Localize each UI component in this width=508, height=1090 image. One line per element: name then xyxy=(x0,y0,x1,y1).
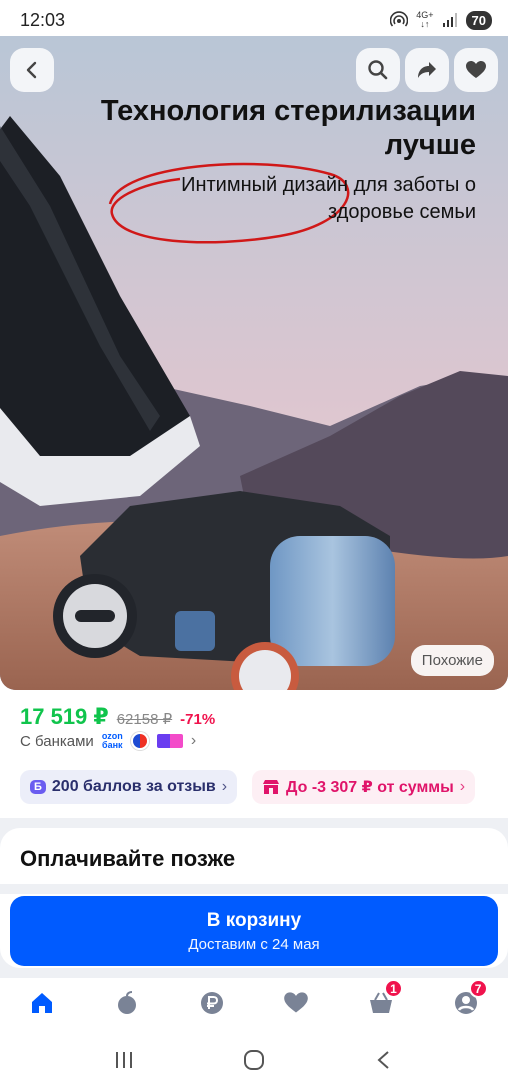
cart-button-title: В корзину xyxy=(206,909,302,931)
product-image[interactable]: Технология стерилизации лучше Интимный д… xyxy=(0,36,508,690)
search-button[interactable] xyxy=(356,48,400,92)
sale-label: До -3 307 ₽ от суммы xyxy=(286,779,454,796)
profile-notification-badge: 7 xyxy=(468,979,488,998)
divider xyxy=(0,884,508,894)
chevron-right-icon: › xyxy=(190,732,197,749)
nav-home[interactable] xyxy=(18,981,66,1025)
nav-finance[interactable] xyxy=(188,981,236,1025)
chevron-right-icon: › xyxy=(221,778,228,795)
search-icon xyxy=(368,60,388,80)
bank-logo-icon xyxy=(130,732,149,750)
with-banks-label: С банками xyxy=(20,732,94,750)
pay-later-title: Оплачивайте позже xyxy=(20,846,236,871)
price-current: 17 519 ₽ xyxy=(20,704,109,729)
recent-apps-icon[interactable] xyxy=(113,1049,135,1071)
review-points-chip[interactable]: Б 200 баллов за отзыв › xyxy=(20,770,238,804)
price-old: 62158 ₽ xyxy=(116,711,173,728)
hotspot-icon xyxy=(390,11,409,27)
nav-favorites[interactable] xyxy=(272,981,320,1025)
nav-cart[interactable]: 1 xyxy=(357,979,405,1025)
bottom-nav: 1 7 xyxy=(0,978,508,1028)
network-type: 4G+ ↓↑ xyxy=(416,10,434,29)
hero-subtitle: Интимный дизайн для заботы о здоровье се… xyxy=(181,174,476,223)
status-bar: 12:03 4G+ ↓↑ 70 xyxy=(0,0,508,40)
status-time: 12:03 xyxy=(20,9,66,30)
back-button[interactable] xyxy=(10,48,54,92)
share-icon xyxy=(418,62,436,78)
price-row: 17 519 ₽ 62158 ₽ -71% xyxy=(20,704,215,730)
fresh-icon xyxy=(117,991,136,1014)
back-arrow-icon[interactable] xyxy=(373,1049,395,1071)
points-label: 200 баллов за отзыв xyxy=(51,778,216,795)
similar-button[interactable]: Похожие xyxy=(410,645,494,676)
status-icons: 4G+ ↓↑ 70 xyxy=(390,10,492,30)
signal-icon xyxy=(442,13,457,27)
bank-offers[interactable]: С банками ozon банк › xyxy=(20,732,196,750)
battery-icon: 70 xyxy=(465,10,492,30)
card-logo-icon xyxy=(156,734,183,748)
cart-count-badge: 1 xyxy=(383,979,403,998)
home-icon xyxy=(32,993,53,1013)
system-nav xyxy=(0,1030,508,1090)
favorites-icon xyxy=(284,992,309,1013)
shop-icon xyxy=(263,780,279,794)
delivery-date: Доставим с 24 мая xyxy=(188,935,320,953)
hero-title: Технология стерилизации лучше xyxy=(100,95,476,161)
nav-profile[interactable]: 7 xyxy=(442,979,490,1025)
ruble-icon xyxy=(200,992,223,1014)
share-button[interactable] xyxy=(405,48,449,92)
points-icon: Б xyxy=(30,780,46,794)
heart-icon xyxy=(466,61,486,78)
ozon-bank-logo: ozon банк xyxy=(101,731,123,750)
nav-fresh[interactable] xyxy=(103,981,151,1025)
back-icon xyxy=(26,61,37,79)
price-discount: -71% xyxy=(180,711,216,728)
sale-chip[interactable]: До -3 307 ₽ от суммы › xyxy=(252,770,476,804)
home-circle-icon[interactable] xyxy=(242,1048,266,1072)
favorite-button[interactable] xyxy=(454,48,498,92)
add-to-cart-button[interactable]: В корзину Доставим с 24 мая xyxy=(10,896,498,966)
chevron-right-icon: › xyxy=(459,778,466,795)
